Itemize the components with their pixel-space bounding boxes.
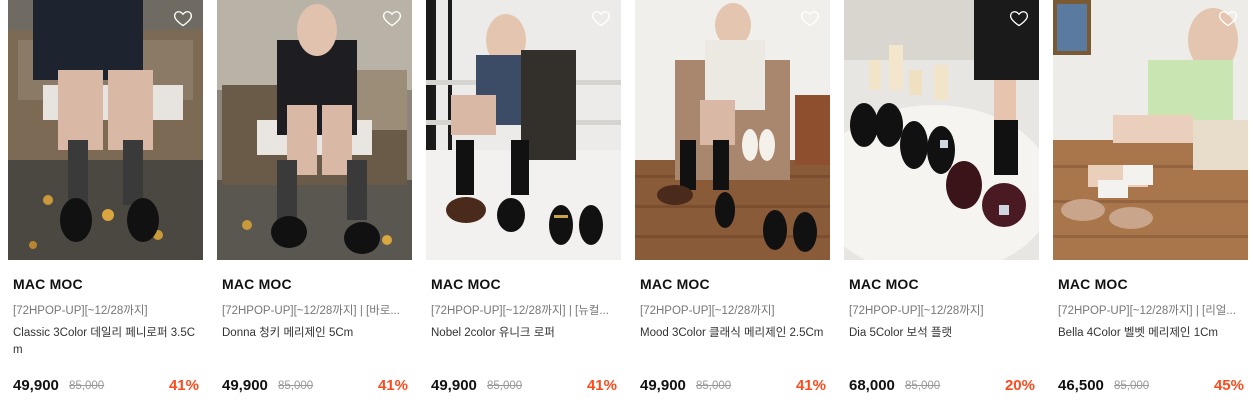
discount-rate: 41% bbox=[795, 377, 826, 394]
promo-tag: [72HPOP-UP][~12/28까지] | [뉴컬... bbox=[431, 305, 609, 317]
original-price: 85,000 bbox=[696, 380, 732, 392]
wishlist-heart-icon[interactable] bbox=[591, 8, 611, 28]
promo-tag: [72HPOP-UP][~12/28까지] bbox=[849, 305, 984, 317]
product-name[interactable]: Bella 4Color 벨벳 메리제인 1Cm bbox=[1058, 325, 1242, 342]
discount-rate: 41% bbox=[586, 377, 617, 394]
product-image[interactable] bbox=[635, 0, 830, 260]
brand-name[interactable]: MAC MOC bbox=[13, 276, 83, 292]
wishlist-heart-icon[interactable] bbox=[1009, 8, 1029, 28]
product-card[interactable]: MAC MOC [72HPOP-UP][~12/28까지] Mood 3Colo… bbox=[635, 0, 830, 415]
discount-rate: 41% bbox=[168, 377, 199, 394]
product-grid: MAC MOC [72HPOP-UP][~12/28까지] Classic 3C… bbox=[0, 0, 1253, 415]
original-price: 85,000 bbox=[1114, 380, 1150, 392]
sale-price: 49,900 bbox=[431, 377, 477, 394]
discount-rate: 41% bbox=[377, 377, 408, 394]
promo-tag: [72HPOP-UP][~12/28까지] | [리얼... bbox=[1058, 305, 1236, 317]
wishlist-heart-icon[interactable] bbox=[382, 8, 402, 28]
sale-price: 49,900 bbox=[222, 377, 268, 394]
sale-price: 49,900 bbox=[640, 377, 686, 394]
product-image[interactable] bbox=[844, 0, 1039, 260]
original-price: 85,000 bbox=[905, 380, 941, 392]
original-price: 85,000 bbox=[278, 380, 314, 392]
wishlist-heart-icon[interactable] bbox=[800, 8, 820, 28]
product-card[interactable]: MAC MOC [72HPOP-UP][~12/28까지] Classic 3C… bbox=[8, 0, 203, 415]
sale-price: 46,500 bbox=[1058, 377, 1104, 394]
sale-price: 49,900 bbox=[13, 377, 59, 394]
brand-name[interactable]: MAC MOC bbox=[1058, 276, 1128, 292]
product-name[interactable]: Mood 3Color 클래식 메리제인 2.5Cm bbox=[640, 325, 824, 342]
product-image[interactable] bbox=[217, 0, 412, 260]
product-image[interactable] bbox=[8, 0, 203, 260]
promo-tag: [72HPOP-UP][~12/28까지] bbox=[640, 305, 775, 317]
wishlist-heart-icon[interactable] bbox=[173, 8, 193, 28]
sale-price: 68,000 bbox=[849, 377, 895, 394]
product-image[interactable] bbox=[1053, 0, 1248, 260]
original-price: 85,000 bbox=[69, 380, 105, 392]
product-card[interactable]: MAC MOC [72HPOP-UP][~12/28까지] | [리얼... B… bbox=[1053, 0, 1248, 415]
product-image[interactable] bbox=[426, 0, 621, 260]
brand-name[interactable]: MAC MOC bbox=[640, 276, 710, 292]
discount-rate: 45% bbox=[1213, 377, 1244, 394]
product-card[interactable]: MAC MOC [72HPOP-UP][~12/28까지] | [바로... D… bbox=[217, 0, 412, 415]
product-card[interactable]: MAC MOC [72HPOP-UP][~12/28까지] | [뉴컬... N… bbox=[426, 0, 621, 415]
product-name[interactable]: Nobel 2color 유니크 로퍼 bbox=[431, 325, 615, 342]
discount-rate: 20% bbox=[1004, 377, 1035, 394]
wishlist-heart-icon[interactable] bbox=[1218, 8, 1238, 28]
brand-name[interactable]: MAC MOC bbox=[431, 276, 501, 292]
product-name[interactable]: Classic 3Color 데일리 페니로퍼 3.5Cm bbox=[13, 325, 197, 359]
promo-tag: [72HPOP-UP][~12/28까지] | [바로... bbox=[222, 305, 400, 317]
product-card[interactable]: MAC MOC [72HPOP-UP][~12/28까지] Dia 5Color… bbox=[844, 0, 1039, 415]
original-price: 85,000 bbox=[487, 380, 523, 392]
product-name[interactable]: Dia 5Color 보석 플랫 bbox=[849, 325, 1033, 342]
product-name[interactable]: Donna 청키 메리제인 5Cm bbox=[222, 325, 406, 342]
brand-name[interactable]: MAC MOC bbox=[849, 276, 919, 292]
brand-name[interactable]: MAC MOC bbox=[222, 276, 292, 292]
promo-tag: [72HPOP-UP][~12/28까지] bbox=[13, 305, 148, 317]
